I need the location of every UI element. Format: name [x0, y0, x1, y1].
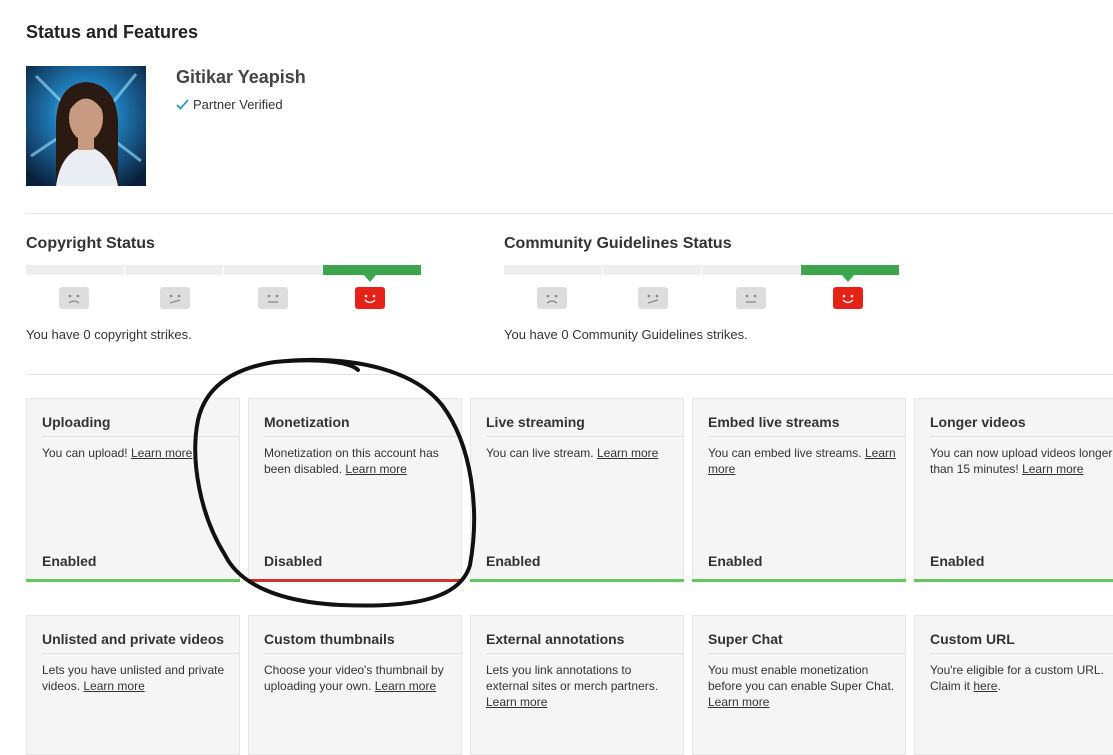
- feature-description: Lets you link annotations to external si…: [486, 663, 659, 709]
- channel-name: Gitikar Yeapish: [176, 67, 306, 87]
- learn-more-link[interactable]: Learn more: [83, 679, 144, 693]
- copyright-strikes-text: You have 0 copyright strikes.: [26, 327, 192, 342]
- strike-segment: [504, 265, 602, 275]
- strike-segment: [603, 265, 701, 275]
- strike-segment: [702, 265, 800, 275]
- status-bar: [914, 579, 1113, 582]
- divider: [264, 653, 461, 654]
- feature-description: Lets you have unlisted and private video…: [42, 663, 225, 693]
- strike-segment: [224, 265, 322, 275]
- feature-description: You can live stream. Learn more: [486, 446, 659, 460]
- feature-card-external-annotations: External annotations Lets you link annot…: [470, 615, 684, 755]
- divider: [26, 213, 1113, 214]
- check-icon: [176, 99, 189, 110]
- copyright-strike-bar: [26, 265, 422, 275]
- sad-face-icon: [537, 287, 567, 309]
- unsure-face-icon: [638, 287, 668, 309]
- feature-status: Enabled: [486, 553, 541, 569]
- feature-description: You can now upload videos longer than 15…: [930, 446, 1113, 476]
- unsure-face-icon: [160, 287, 190, 309]
- feature-title: Custom URL: [930, 631, 1015, 647]
- divider: [708, 653, 905, 654]
- feature-description: You must enable monetization before you …: [708, 663, 895, 709]
- strike-segment: [26, 265, 124, 275]
- feature-title: External annotations: [486, 631, 625, 647]
- learn-more-link[interactable]: Learn more: [375, 679, 436, 693]
- active-pointer: [364, 275, 376, 282]
- happy-face-icon: [833, 287, 863, 309]
- happy-face-icon: [355, 287, 385, 309]
- divider: [708, 436, 905, 437]
- strike-segment-active: [801, 265, 899, 275]
- learn-more-link[interactable]: Learn more: [708, 695, 769, 709]
- status-bar: [470, 579, 684, 582]
- learn-more-link[interactable]: Learn more: [1022, 462, 1083, 476]
- feature-status: Enabled: [708, 553, 763, 569]
- strike-segment: [125, 265, 223, 275]
- partner-verified-badge: Partner Verified: [176, 97, 283, 112]
- copyright-status-title: Copyright Status: [26, 235, 155, 252]
- active-pointer: [842, 275, 854, 282]
- feature-description: Choose your video's thumbnail by uploadi…: [264, 663, 444, 693]
- feature-title: Live streaming: [486, 414, 585, 430]
- feature-description: You can embed live streams. Learn more: [708, 446, 896, 476]
- feature-status: Enabled: [930, 553, 985, 569]
- neutral-face-icon: [258, 287, 288, 309]
- feature-title: Unlisted and private videos: [42, 631, 225, 647]
- feature-title: Embed live streams: [708, 414, 840, 430]
- feature-status: Enabled: [42, 553, 97, 569]
- community-strikes-text: You have 0 Community Guidelines strikes.: [504, 327, 748, 342]
- feature-title: Custom thumbnails: [264, 631, 395, 647]
- claim-url-link[interactable]: here: [973, 679, 997, 693]
- feature-card-unlisted-private: Unlisted and private videos Lets you hav…: [26, 615, 240, 755]
- divider: [930, 653, 1113, 654]
- feature-description: You're eligible for a custom URL. Claim …: [930, 663, 1104, 693]
- verified-label: Partner Verified: [193, 97, 283, 112]
- feature-card-custom-url: Custom URL You're eligible for a custom …: [914, 615, 1113, 755]
- community-strike-bar: [504, 265, 900, 275]
- neutral-face-icon: [736, 287, 766, 309]
- feature-card-custom-thumbnails: Custom thumbnails Choose your video's th…: [248, 615, 462, 755]
- divider: [486, 436, 683, 437]
- feature-title: Super Chat: [708, 631, 783, 647]
- divider: [486, 653, 683, 654]
- hand-drawn-circle-annotation: [193, 357, 477, 608]
- divider: [42, 653, 239, 654]
- feature-card-longer-videos: Longer videos You can now upload videos …: [914, 398, 1113, 582]
- community-status-title: Community Guidelines Status: [504, 235, 732, 252]
- avatar: [26, 66, 146, 186]
- learn-more-link[interactable]: Learn more: [597, 446, 658, 460]
- divider: [930, 436, 1113, 437]
- feature-card-live-streaming: Live streaming You can live stream. Lear…: [470, 398, 684, 582]
- strike-segment-active: [323, 265, 421, 275]
- feature-card-embed-live-streams: Embed live streams You can embed live st…: [692, 398, 906, 582]
- sad-face-icon: [59, 287, 89, 309]
- feature-title: Uploading: [42, 414, 111, 430]
- feature-card-super-chat: Super Chat You must enable monetization …: [692, 615, 906, 755]
- page-title: Status and Features: [26, 22, 199, 42]
- feature-title: Longer videos: [930, 414, 1026, 430]
- learn-more-link[interactable]: Learn more: [486, 695, 547, 709]
- status-bar: [692, 579, 906, 582]
